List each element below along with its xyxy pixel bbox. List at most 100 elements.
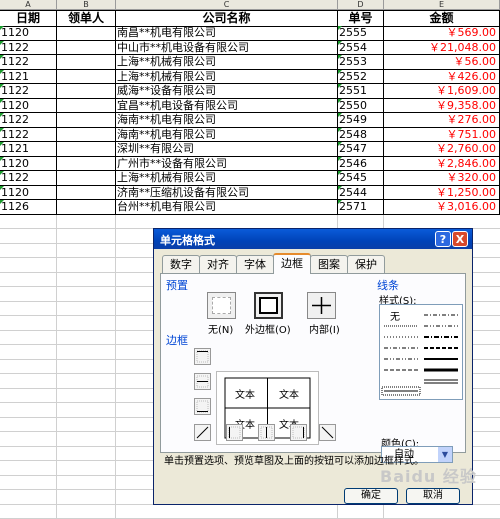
cell-person[interactable] [57,41,116,56]
cell-amount[interactable]: ￥276.00 [384,113,500,128]
cell-amount[interactable]: ￥2,846.00 [384,157,500,172]
tab-border[interactable]: 边框 [273,253,311,274]
cell-company[interactable]: 中山市**机电设备有限公司 [116,41,338,56]
col-header-b[interactable]: B [57,0,116,10]
cell-number[interactable]: 2549 [338,113,384,128]
cell-amount[interactable]: ￥3,016.00 [384,200,500,215]
cell-person[interactable] [57,70,116,85]
cell-person[interactable] [57,200,116,215]
cell-person[interactable] [57,55,116,70]
cell-date[interactable]: 1122 [0,128,57,143]
border-middle-v-button[interactable] [258,424,275,441]
cell-person[interactable] [57,99,116,114]
preset-none-button[interactable] [207,292,236,319]
cell-company[interactable]: 南昌**机电有限公司 [116,26,338,41]
cell-date[interactable]: 1122 [0,113,57,128]
help-button[interactable]: ? [435,231,451,247]
cell-person[interactable] [57,128,116,143]
cell-company[interactable]: 宜昌**机电设备有限公司 [116,99,338,114]
cell-number[interactable]: 2546 [338,157,384,172]
cell-number[interactable]: 2552 [338,70,384,85]
dialog-titlebar[interactable]: 单元格格式 ? X [154,229,472,249]
cell-number[interactable]: 2545 [338,171,384,186]
header-date[interactable]: 日期 [0,11,57,27]
cell-number[interactable]: 2544 [338,186,384,201]
cell-date[interactable]: 1122 [0,55,57,70]
error-indicator-icon [338,157,342,161]
cell-amount[interactable]: ￥2,760.00 [384,142,500,157]
cell-company[interactable]: 海南**机电有限公司 [116,128,338,143]
cell-amount[interactable]: ￥1,250.00 [384,186,500,201]
cell-date[interactable]: 1122 [0,171,57,186]
tab-alignment[interactable]: 对齐 [199,255,237,273]
cell-person[interactable] [57,171,116,186]
cell-date[interactable]: 1122 [0,41,57,56]
col-header-a[interactable]: A [0,0,57,10]
col-header-d[interactable]: D [338,0,384,10]
line-style-list[interactable]: 无 [379,304,463,400]
cell-date[interactable]: 1120 [0,186,57,201]
cell-amount[interactable]: ￥569.00 [384,26,500,41]
tab-font[interactable]: 字体 [236,255,274,273]
col-header-e[interactable]: E [384,0,500,10]
border-top-button[interactable] [194,348,211,365]
cell-amount[interactable]: ￥1,609.00 [384,84,500,99]
header-number[interactable]: 单号 [338,11,384,27]
border-diag-down-button[interactable] [319,424,336,441]
header-company[interactable]: 公司名称 [116,11,338,27]
ok-button[interactable]: 确定 [344,488,398,504]
cell-amount[interactable]: ￥9,358.00 [384,99,500,114]
header-amount[interactable]: 金额 [384,11,500,27]
preset-inside-button[interactable] [307,292,336,319]
cell-date[interactable]: 1120 [0,26,57,41]
tab-patterns[interactable]: 图案 [310,255,348,273]
cell-date[interactable]: 1121 [0,142,57,157]
cell-person[interactable] [57,186,116,201]
cell-number[interactable]: 2571 [338,200,384,215]
close-button[interactable]: X [452,231,468,247]
cell-company[interactable]: 上海**机械有限公司 [116,55,338,70]
border-middle-h-button[interactable] [194,373,211,390]
cell-company[interactable]: 海南**机电有限公司 [116,113,338,128]
cell-number[interactable]: 2548 [338,128,384,143]
cell-company[interactable]: 上海**机械有限公司 [116,70,338,85]
cell-amount[interactable]: ￥426.00 [384,70,500,85]
cell-number[interactable]: 2555 [338,26,384,41]
col-header-c[interactable]: C [116,0,338,10]
cell-date[interactable]: 1122 [0,84,57,99]
cancel-button[interactable]: 取消 [406,488,460,504]
header-person[interactable]: 领单人 [57,11,116,27]
cell-number[interactable]: 2550 [338,99,384,114]
cell-person[interactable] [57,84,116,99]
cell-amount[interactable]: ￥751.00 [384,128,500,143]
cell-amount[interactable]: ￥21,048.00 [384,41,500,56]
cell-number[interactable]: 2554 [338,41,384,56]
cell-number[interactable]: 2547 [338,142,384,157]
cell-amount[interactable]: ￥56.00 [384,55,500,70]
cell-date[interactable]: 1126 [0,200,57,215]
tab-number[interactable]: 数字 [162,255,200,273]
border-left-button[interactable] [226,424,243,441]
cell-company[interactable]: 济南**压缩机设备有限公司 [116,186,338,201]
cell-company[interactable]: 台州**机电有限公司 [116,200,338,215]
cell-person[interactable] [57,113,116,128]
cell-amount[interactable]: ￥320.00 [384,171,500,186]
line-group-label: 线条 [377,277,399,293]
cell-date[interactable]: 1120 [0,99,57,114]
border-bottom-button[interactable] [194,398,211,415]
border-right-button[interactable] [290,424,307,441]
cell-company[interactable]: 深圳**有限公司 [116,142,338,157]
cell-company[interactable]: 威海**设备有限公司 [116,84,338,99]
cell-person[interactable] [57,142,116,157]
border-diag-up-button[interactable] [194,424,211,441]
preset-outline-button[interactable] [254,292,283,319]
cell-number[interactable]: 2553 [338,55,384,70]
cell-person[interactable] [57,157,116,172]
cell-date[interactable]: 1120 [0,157,57,172]
cell-date[interactable]: 1121 [0,70,57,85]
tab-protection[interactable]: 保护 [347,255,385,273]
cell-company[interactable]: 广州市**设备有限公司 [116,157,338,172]
cell-number[interactable]: 2551 [338,84,384,99]
cell-company[interactable]: 上海**机械有限公司 [116,171,338,186]
cell-person[interactable] [57,26,116,41]
